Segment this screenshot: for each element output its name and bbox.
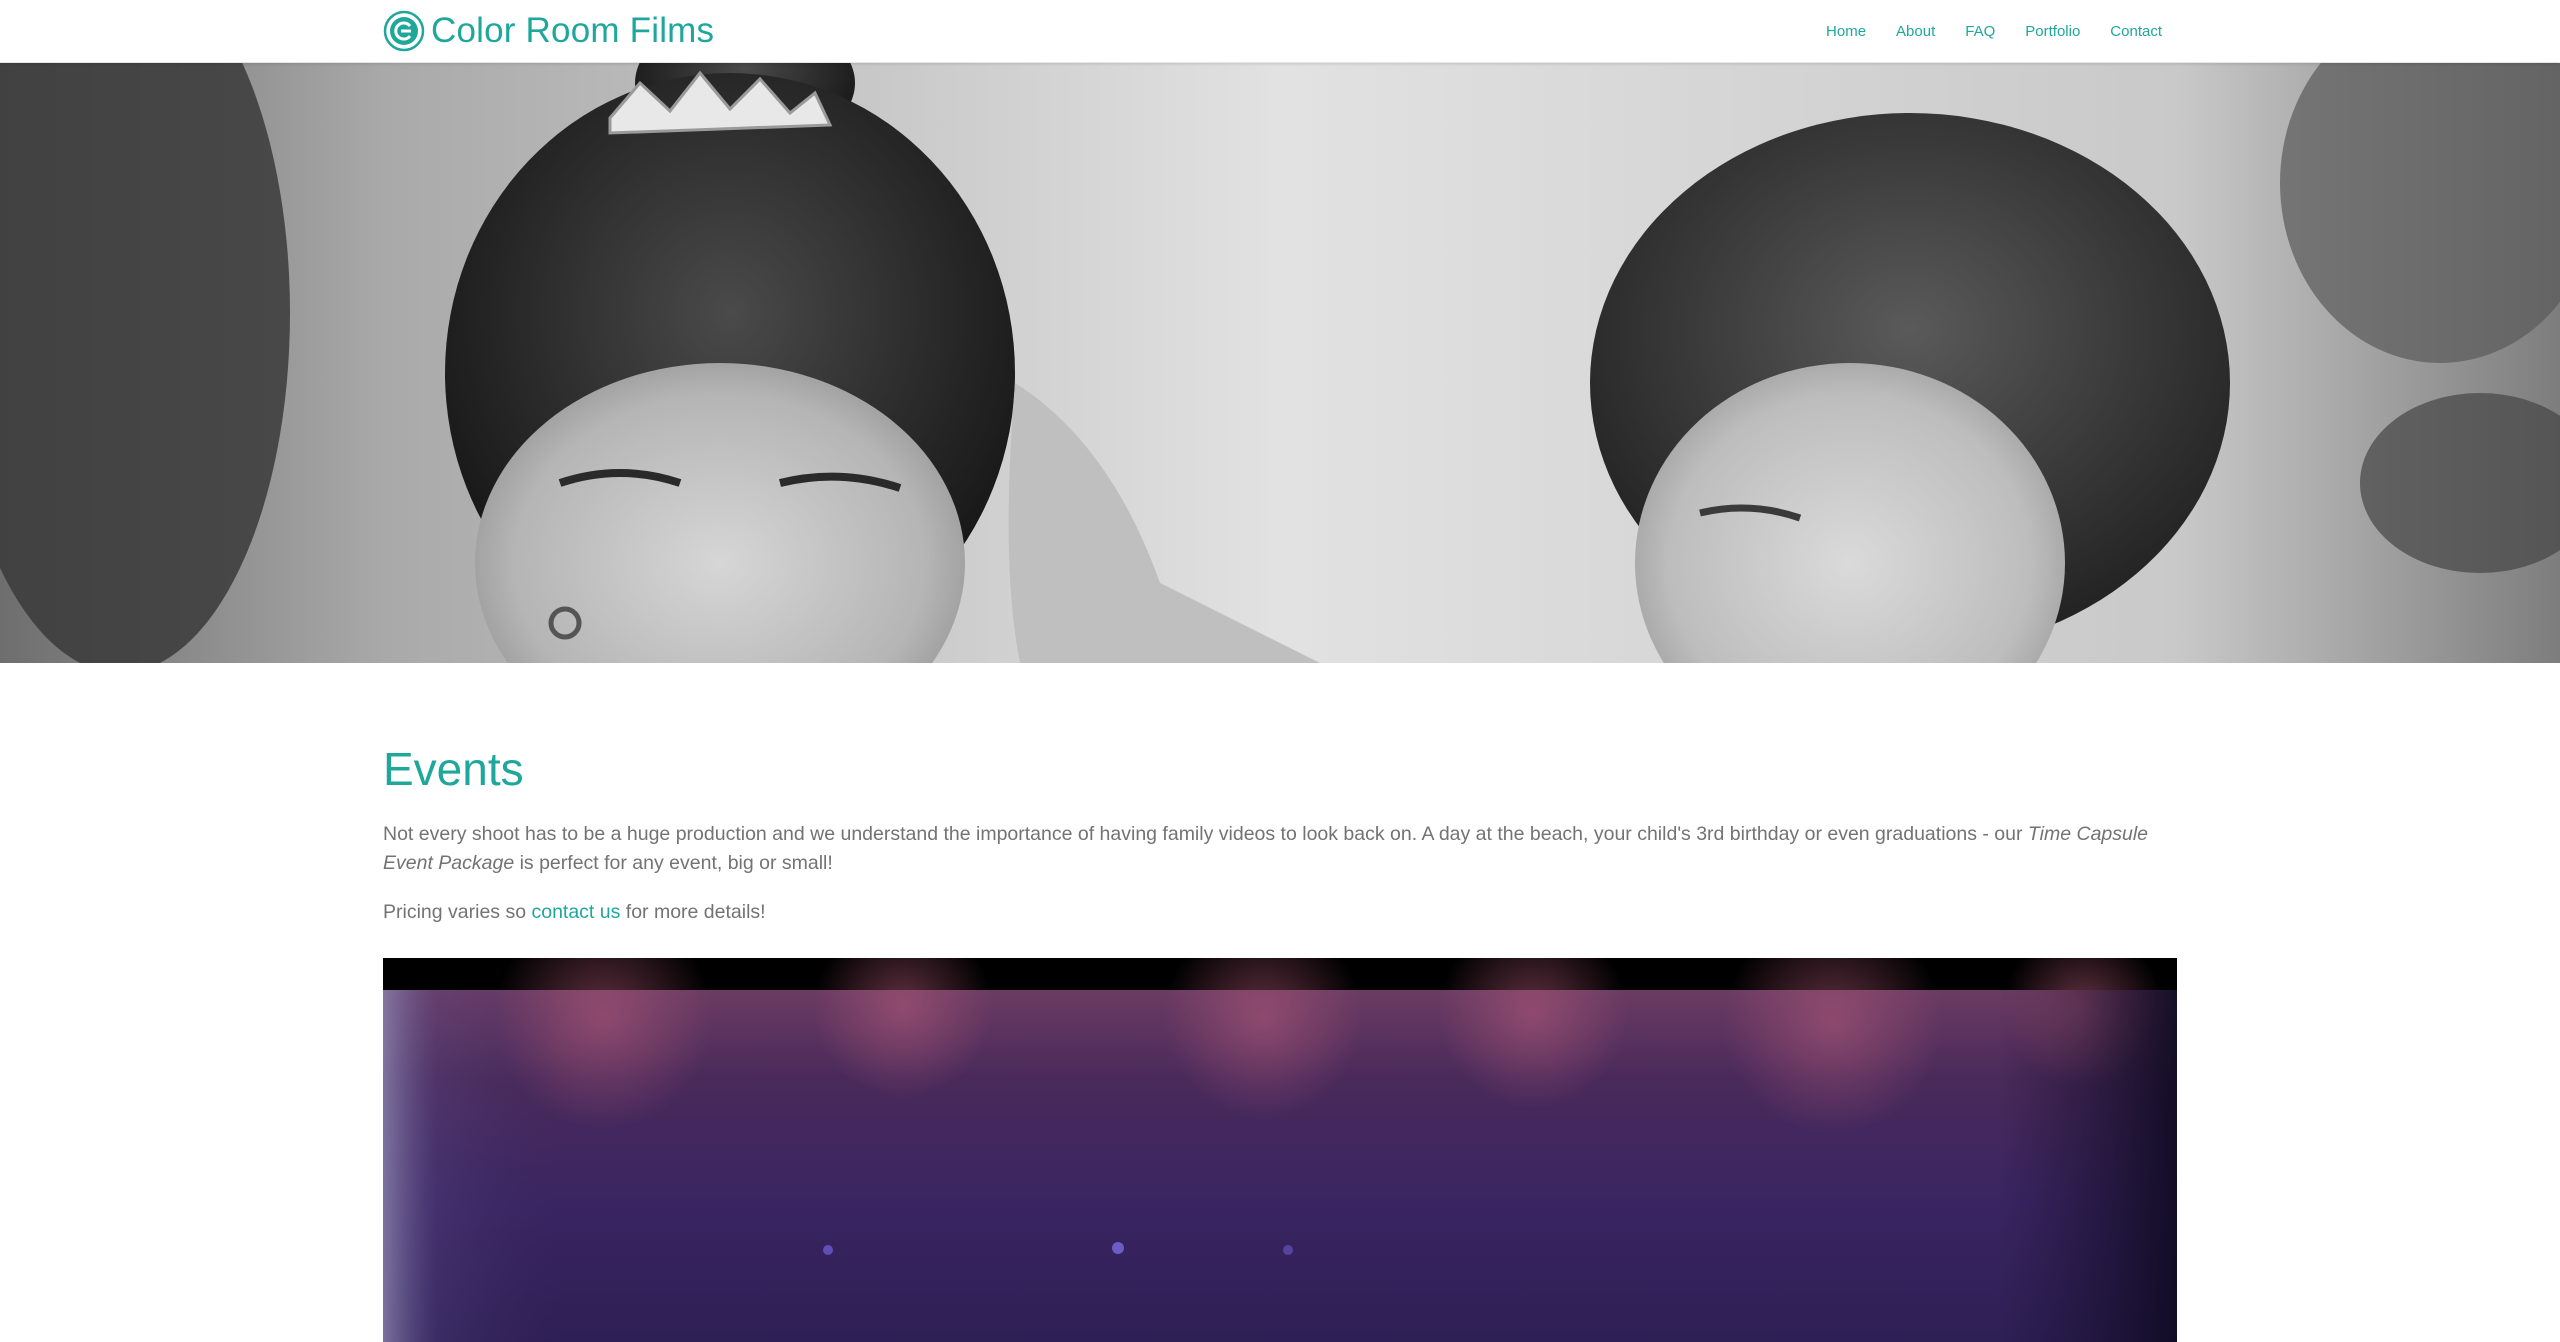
description-text-end: is perfect for any event, big or small! (514, 852, 833, 874)
nav-portfolio[interactable]: Portfolio (2025, 23, 2080, 40)
main-nav: Home About FAQ Portfolio Contact (1796, 0, 2162, 62)
nav-contact[interactable]: Contact (2110, 23, 2162, 40)
events-section: Events Not every shoot has to be a huge … (383, 740, 2177, 927)
nav-about[interactable]: About (1896, 23, 1935, 40)
pricing-note: Pricing varies so contact us for more de… (383, 898, 2177, 927)
pricing-text-start: Pricing varies so (383, 901, 532, 923)
brand-name: Color Room Films (431, 11, 715, 50)
contact-us-link[interactable]: contact us (531, 901, 620, 923)
video-player[interactable] (383, 958, 2177, 1342)
description-text-start: Not every shoot has to be a huge product… (383, 823, 2028, 845)
color-room-films-logo-icon (383, 10, 425, 52)
site-header: Color Room Films Home About FAQ Portfoli… (0, 0, 2560, 63)
nav-faq[interactable]: FAQ (1965, 23, 1995, 40)
video-frame (383, 958, 2177, 1342)
page-title: Events (383, 743, 524, 795)
nav-home[interactable]: Home (1826, 23, 1866, 40)
events-description: Not every shoot has to be a huge product… (383, 820, 2177, 878)
pricing-text-end: for more details! (620, 901, 766, 923)
hero-image (0, 63, 2560, 663)
hero-photo (0, 63, 2560, 663)
brand-link[interactable]: Color Room Films (383, 7, 714, 55)
